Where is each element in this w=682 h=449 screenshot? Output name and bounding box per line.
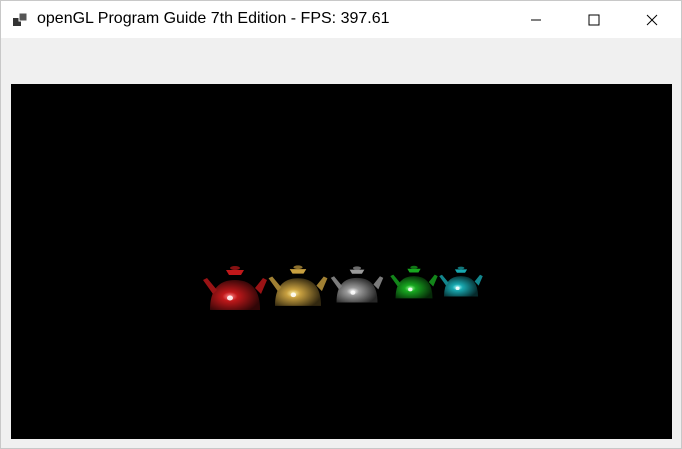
teapot-gold: [268, 265, 328, 306]
maximize-button[interactable]: [565, 1, 623, 38]
teapot-cyan: [439, 266, 483, 297]
teapot-scene: [203, 265, 483, 310]
minimize-icon: [531, 19, 541, 20]
close-icon: [646, 14, 658, 25]
teapot-red: [203, 266, 267, 310]
close-button[interactable]: [623, 1, 681, 38]
app-window: openGL Program Guide 7th Edition - FPS: …: [0, 0, 682, 449]
title-bar[interactable]: openGL Program Guide 7th Edition - FPS: …: [1, 1, 681, 38]
maximize-icon: [588, 14, 600, 25]
teapot-green: [390, 265, 438, 299]
opengl-viewport[interactable]: [11, 84, 672, 439]
teapot-silver: [330, 266, 384, 303]
windows-console-icon: [13, 12, 28, 26]
window-title: openGL Program Guide 7th Edition - FPS: …: [37, 10, 390, 27]
minimize-button[interactable]: [507, 1, 565, 38]
